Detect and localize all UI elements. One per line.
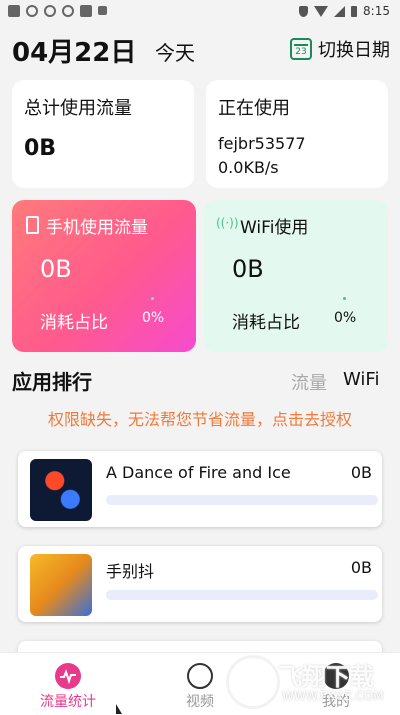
wifi-usage-title: WiFi使用 [240, 218, 309, 238]
wifi-usage-card[interactable]: ((·)) WiFi使用 0B 消耗占比 0% [204, 200, 388, 352]
battery-icon [351, 5, 358, 17]
location-icon [299, 5, 309, 17]
total-usage-value: 0B [24, 136, 57, 161]
nav-video[interactable]: 视频 [170, 663, 230, 711]
switch-date-label: 切换日期 [318, 40, 390, 61]
calendar-icon: 23 [290, 38, 312, 60]
mobile-ratio-value: 0% [142, 310, 165, 326]
cell-signal-icon [334, 5, 346, 17]
header: 04月22日 今天 23 切换日期 [12, 32, 390, 68]
watermark-url: WWW.FXXZ.COM [282, 689, 384, 703]
wifi-ratio-label: 消耗占比 [232, 313, 300, 333]
pulse-icon [55, 663, 81, 689]
status-time: 8:15 [363, 4, 390, 18]
tab-traffic[interactable]: 流量 [291, 369, 327, 395]
status-bar: 8:15 [0, 0, 400, 24]
wifi-ratio-value: 0% [334, 310, 357, 326]
film-reel-icon [187, 663, 213, 689]
text-notification-icon [98, 6, 107, 15]
app-notification-icon-2 [80, 5, 92, 17]
app-usage-bar [106, 590, 378, 600]
app-usage-bar [106, 495, 378, 505]
current-date: 04月22日 [12, 38, 137, 68]
total-usage-card: 总计使用流量 0B [12, 80, 194, 188]
sync-notification-icon-2 [44, 5, 56, 17]
watermark-logo [226, 655, 280, 709]
notification-icons [8, 5, 107, 17]
app-notification-icon [8, 5, 20, 17]
mouse-cursor-icon [116, 704, 122, 714]
mobile-usage-card[interactable]: 手机使用流量 0B 消耗占比 0% [12, 200, 196, 352]
nav-traffic-label: 流量统计 [40, 694, 96, 710]
sync-notification-icon-3 [62, 5, 74, 17]
app-name: 手别抖 [106, 562, 155, 581]
mobile-usage-title: 手机使用流量 [46, 218, 148, 238]
app-size: 0B [350, 463, 372, 482]
app-list-item[interactable]: A Dance of Fire and Ice 0B [18, 451, 382, 527]
app-icon-adofai [30, 459, 92, 521]
nav-traffic-stats[interactable]: 流量统计 [30, 663, 106, 711]
sync-notification-icon [26, 5, 38, 17]
today-label: 今天 [155, 41, 195, 65]
nav-video-label: 视频 [186, 694, 214, 710]
app-icon-shoubiedou [30, 554, 92, 616]
ranking-title: 应用排行 [12, 370, 92, 394]
network-name: fejbr53577 [218, 134, 306, 153]
mobile-usage-value: 0B [40, 255, 72, 283]
total-usage-title: 总计使用流量 [24, 98, 132, 119]
watermark: 飞翔下载 WWW.FXXZ.COM [226, 655, 390, 713]
app-size: 0B [350, 558, 372, 577]
wifi-ratio-dot [343, 297, 346, 300]
wifi-usage-value: 0B [232, 255, 264, 283]
mobile-ratio-dot [151, 297, 154, 300]
phone-icon [26, 216, 39, 234]
app-name: A Dance of Fire and Ice [106, 463, 291, 482]
mobile-ratio-label: 消耗占比 [40, 313, 108, 333]
switch-date-button[interactable]: 23 切换日期 [290, 36, 390, 62]
tab-wifi[interactable]: WiFi [343, 369, 379, 390]
in-use-title: 正在使用 [218, 98, 290, 119]
permission-warning-link[interactable]: 权限缺失，无法帮您节省流量，点击去授权 [0, 406, 400, 430]
app-list-item[interactable]: 手别抖 0B [18, 546, 382, 622]
in-use-card: 正在使用 fejbr53577 0.0KB/s [206, 80, 388, 188]
wifi-signal-icon [314, 5, 329, 17]
wifi-icon: ((·)) [216, 216, 239, 230]
network-speed: 0.0KB/s [218, 158, 279, 177]
watermark-text: 飞翔下载 [278, 663, 374, 691]
